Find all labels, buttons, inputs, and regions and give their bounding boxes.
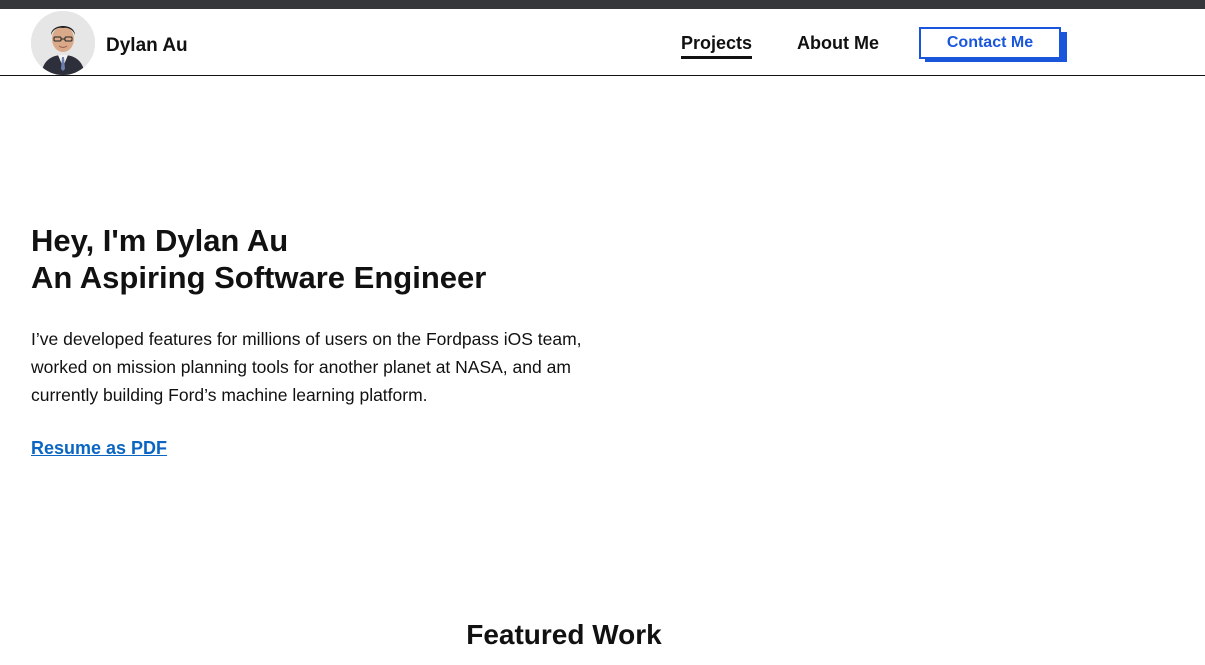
resume-pdf-link[interactable]: Resume as PDF <box>31 437 167 459</box>
featured-work-heading: Featured Work <box>466 619 662 650</box>
site-owner-name[interactable]: Dylan Au <box>106 35 188 57</box>
person-portrait-icon <box>31 11 95 75</box>
avatar[interactable] <box>31 11 95 75</box>
contact-button-wrapper: Contact Me <box>919 27 1067 62</box>
browser-top-bar <box>0 0 1205 9</box>
hero-description: I’ve developed features for millions of … <box>31 329 582 405</box>
hero-heading: Hey, I'm Dylan Au An Aspiring Software E… <box>31 222 486 296</box>
nav-projects-link[interactable]: Projects <box>681 32 753 59</box>
nav-about-link[interactable]: About Me <box>797 32 879 54</box>
hero-greeting: Hey, I'm Dylan Au <box>31 223 289 258</box>
hero-tagline: An Aspiring Software Engineer <box>31 260 487 295</box>
contact-button[interactable]: Contact Me <box>919 27 1061 59</box>
site-header: Dylan Au Projects About Me Contact Me <box>0 9 1205 76</box>
